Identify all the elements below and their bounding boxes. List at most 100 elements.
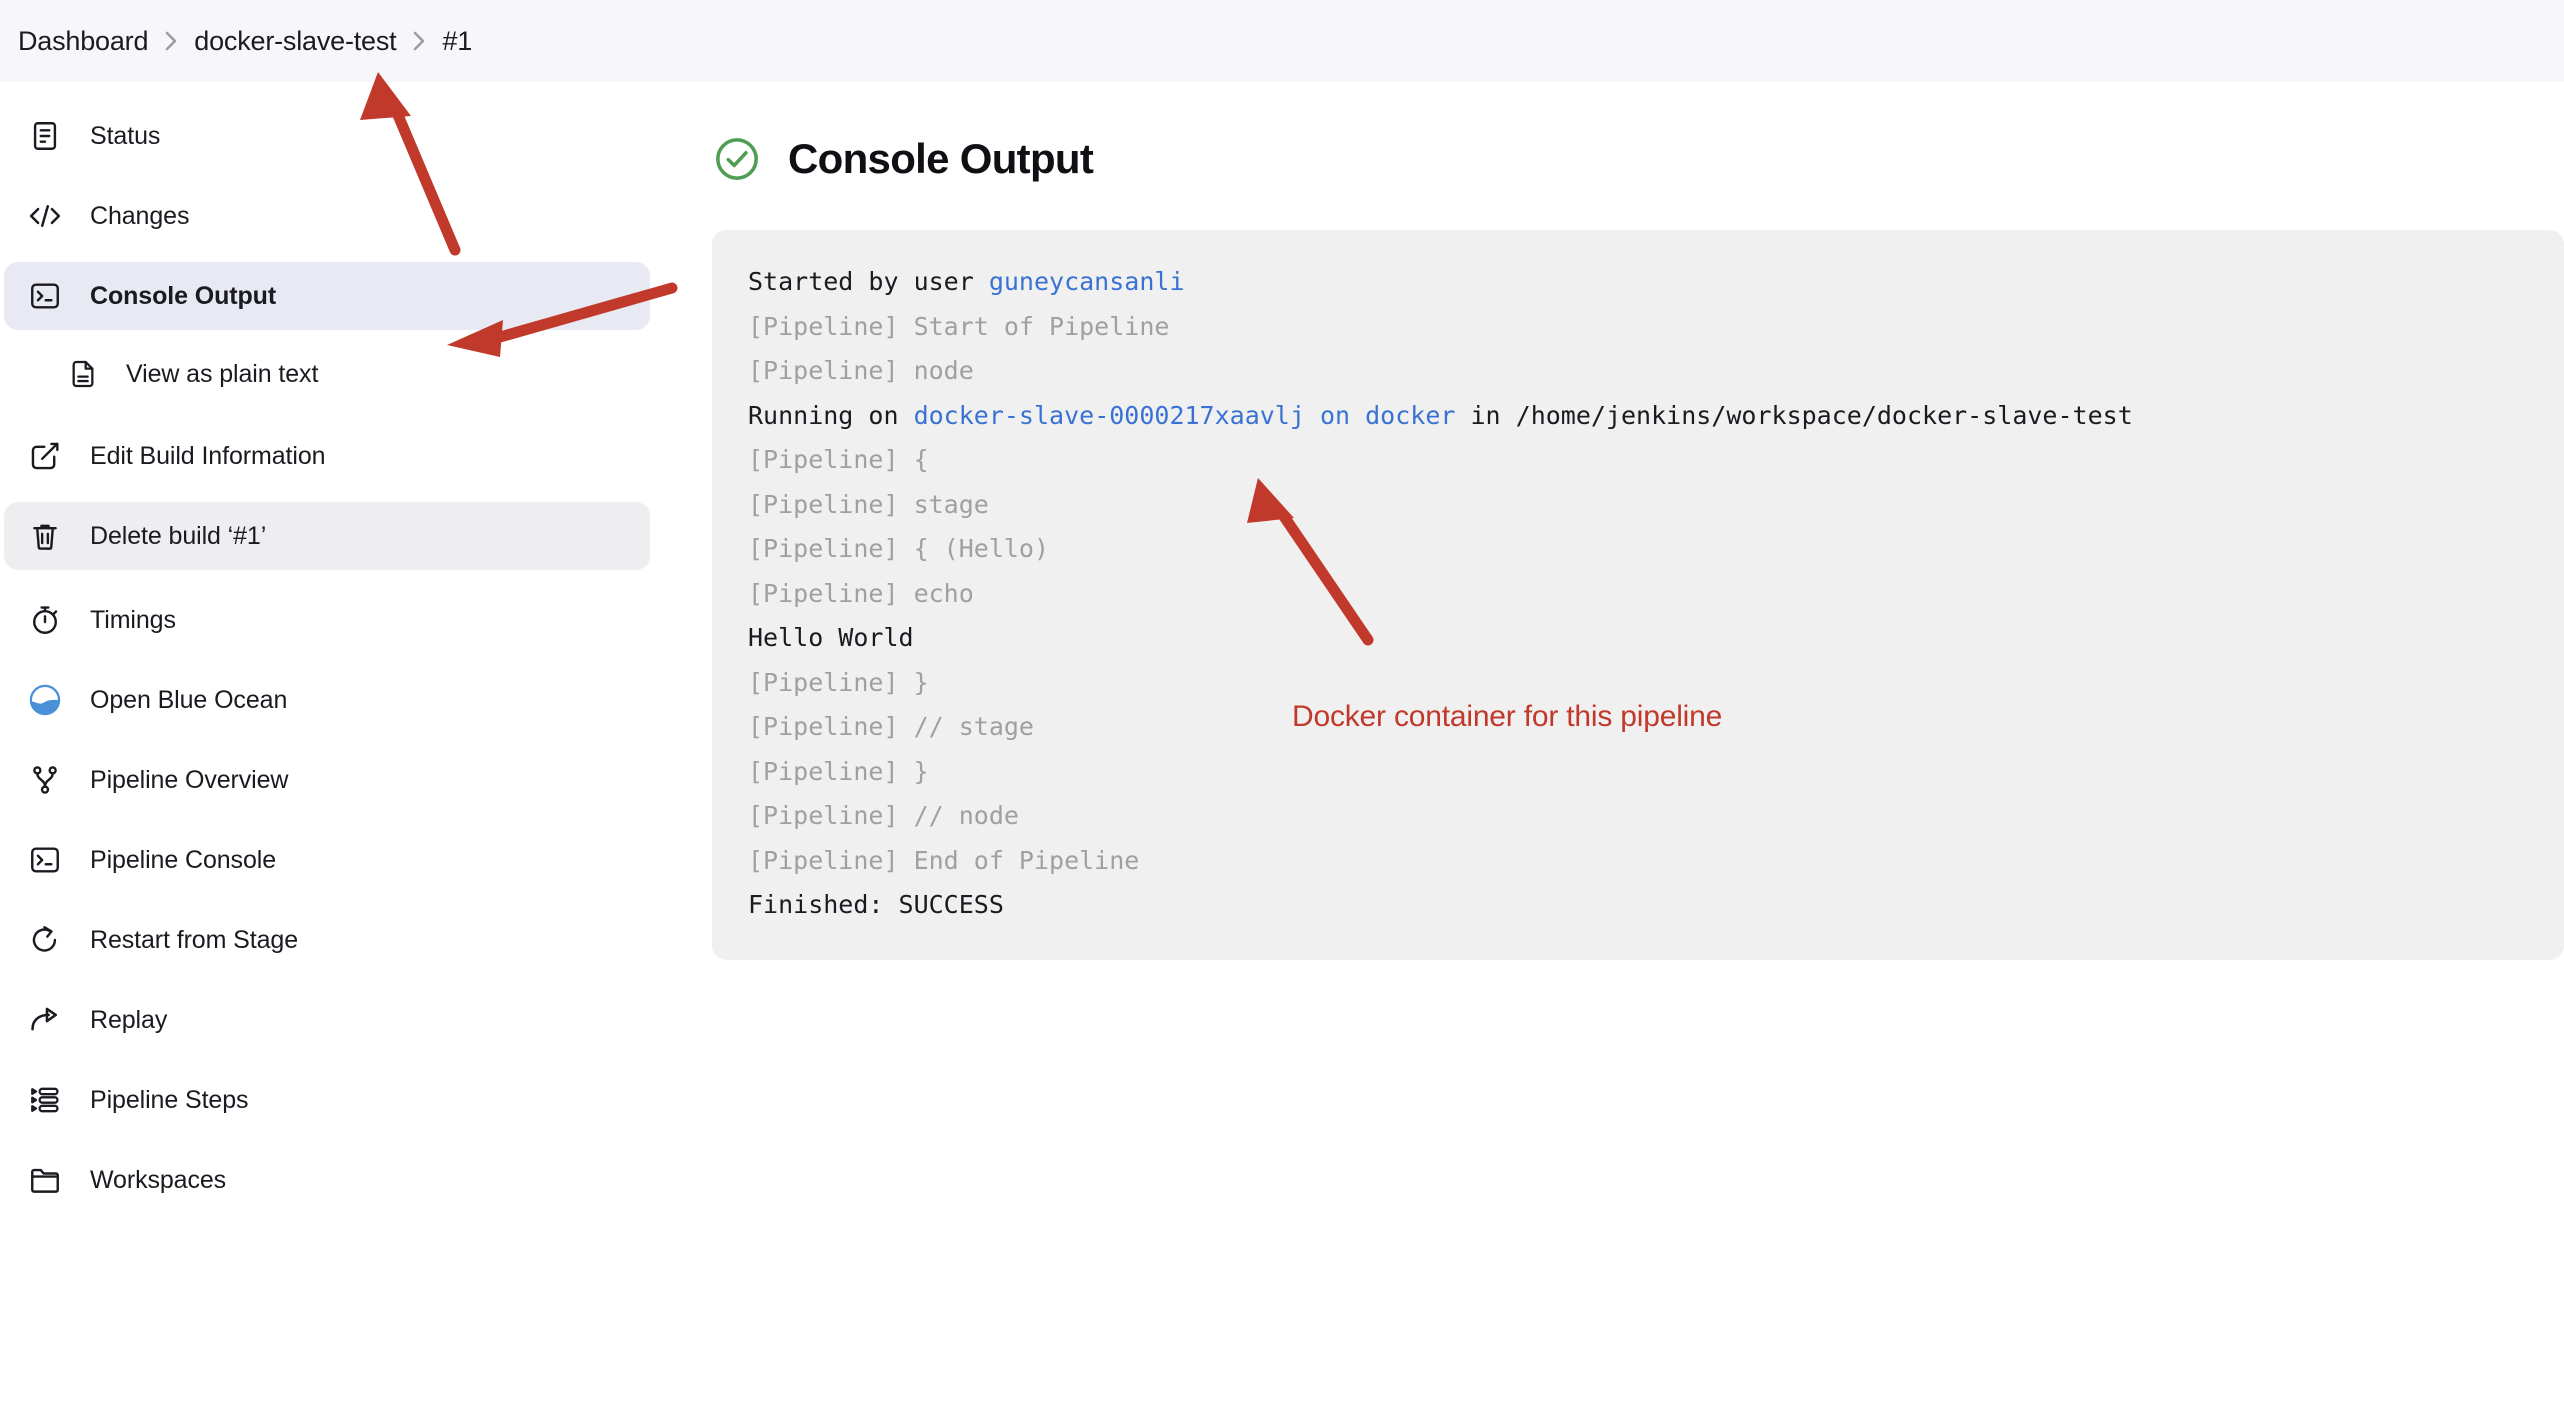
- console-link[interactable]: guneycansanli: [989, 267, 1185, 296]
- sidebar-item-changes[interactable]: Changes: [4, 182, 650, 250]
- stopwatch-icon: [26, 601, 64, 639]
- trash-icon: [26, 517, 64, 555]
- console-text: [Pipeline] }: [748, 667, 929, 697]
- console-text: Started by user: [748, 267, 989, 296]
- plain-text-file-icon: [66, 357, 100, 391]
- console-text: Running on: [748, 400, 914, 430]
- page-title: Console Output: [788, 135, 1094, 182]
- console-log-line: [Pipeline] echo: [748, 572, 2528, 617]
- sidebar-item-label: Status: [90, 121, 161, 150]
- page-header: Console Output: [712, 134, 2564, 184]
- sidebar-item-label: Pipeline Console: [90, 845, 277, 874]
- sidebar-item-edit-build-information[interactable]: Edit Build Information: [4, 422, 650, 490]
- sidebar-item-status[interactable]: Status: [4, 102, 650, 170]
- sidebar-item-label: Restart from Stage: [90, 925, 299, 954]
- sidebar-item-label: Workspaces: [90, 1165, 227, 1194]
- green-check-circle-icon: [712, 134, 762, 184]
- breadcrumb-item-job[interactable]: docker-slave-test: [184, 22, 406, 61]
- console-text: Finished: SUCCESS: [748, 890, 1004, 919]
- restart-arrow-icon: [26, 921, 64, 959]
- jenkins-build-console-page: Dashboard docker-slave-test #1 Status Ch…: [0, 0, 2564, 1420]
- edit-pencil-icon: [26, 437, 64, 475]
- sidebar-item-pipeline-overview[interactable]: Pipeline Overview: [4, 746, 650, 814]
- sidebar-item-label: Open Blue Ocean: [90, 685, 288, 714]
- sidebar-item-label: Pipeline Overview: [90, 765, 289, 794]
- console-log-line: [Pipeline] // stage: [748, 705, 2528, 750]
- console-log-line: [Pipeline] node: [748, 349, 2528, 394]
- console-text: [Pipeline] }: [748, 756, 929, 786]
- console-log-line: [Pipeline] // node: [748, 794, 2528, 839]
- console-log-line: [Pipeline] }: [748, 661, 2528, 706]
- git-branch-icon: [26, 761, 64, 799]
- sidebar-item-delete-build[interactable]: Delete build ‘#1’: [4, 502, 650, 570]
- console-log-line: [Pipeline] { (Hello): [748, 527, 2528, 572]
- document-status-icon: [26, 117, 64, 155]
- steps-list-icon: [26, 1081, 64, 1119]
- sidebar-item-label: Console Output: [90, 281, 277, 310]
- sidebar-item-label: Delete build ‘#1’: [90, 521, 267, 550]
- sidebar-item-label: Replay: [90, 1005, 168, 1034]
- terminal-icon: [26, 277, 64, 315]
- build-sidebar: Status Changes Console Output View as pl…: [0, 82, 660, 1420]
- console-log-line: Hello World: [748, 616, 2528, 661]
- sidebar-item-view-as-plain-text[interactable]: View as plain text: [4, 342, 650, 406]
- console-text: in /home/jenkins/workspace/docker-slave-…: [1455, 400, 2133, 430]
- console-text: [Pipeline] { (Hello): [748, 534, 1050, 563]
- chevron-right-icon-2: [406, 27, 432, 55]
- sidebar-item-workspaces[interactable]: Workspaces: [4, 1146, 650, 1214]
- console-text: [Pipeline] // node: [748, 801, 1019, 830]
- console-text: [Pipeline] End of Pipeline: [748, 845, 1140, 875]
- console-log-line: [Pipeline] Start of Pipeline: [748, 305, 2528, 350]
- console-log-line: [Pipeline] End of Pipeline: [748, 839, 2528, 884]
- console-log-line: Started by user guneycansanli: [748, 260, 2528, 305]
- sidebar-item-replay[interactable]: Replay: [4, 986, 650, 1054]
- sidebar-item-label: Pipeline Steps: [90, 1085, 249, 1114]
- console-log-line: Finished: SUCCESS: [748, 883, 2528, 928]
- sidebar-item-label: Edit Build Information: [90, 441, 326, 470]
- console-text: [Pipeline] {: [748, 445, 929, 474]
- code-brackets-icon: [26, 197, 64, 235]
- console-log-line: Running on docker-slave-0000217xaavlj on…: [748, 394, 2528, 439]
- sidebar-item-pipeline-steps[interactable]: Pipeline Steps: [4, 1066, 650, 1134]
- console-log-output[interactable]: Started by user guneycansanli [Pipeline] …: [712, 230, 2564, 960]
- console-text: [Pipeline] node: [748, 356, 974, 385]
- breadcrumb: Dashboard docker-slave-test #1: [0, 0, 2564, 82]
- console-text: [Pipeline] Start of Pipeline: [748, 311, 1170, 341]
- console-text: [Pipeline] stage: [748, 489, 989, 519]
- sidebar-item-timings[interactable]: Timings: [4, 586, 650, 654]
- breadcrumb-item-build[interactable]: #1: [432, 22, 482, 61]
- sidebar-item-label: View as plain text: [126, 359, 319, 388]
- sidebar-item-open-blue-ocean[interactable]: Open Blue Ocean: [4, 666, 650, 734]
- terminal-icon: [26, 841, 64, 879]
- sidebar-item-label: Timings: [90, 605, 176, 634]
- breadcrumb-item-dashboard[interactable]: Dashboard: [8, 22, 158, 61]
- console-text: [Pipeline] // stage: [748, 712, 1034, 741]
- console-link[interactable]: docker-slave-0000217xaavlj on docker: [914, 401, 1456, 430]
- folder-icon: [26, 1161, 64, 1199]
- sidebar-item-restart-from-stage[interactable]: Restart from Stage: [4, 906, 650, 974]
- console-text: Hello World: [748, 623, 914, 652]
- sidebar-item-pipeline-console[interactable]: Pipeline Console: [4, 826, 650, 894]
- blue-ocean-icon: [26, 681, 64, 719]
- console-log-line: [Pipeline] stage: [748, 483, 2528, 528]
- console-log-line: [Pipeline] {: [748, 438, 2528, 483]
- console-text: [Pipeline] echo: [748, 578, 974, 608]
- main-content: Console Output Started by user guneycans…: [660, 82, 2564, 1420]
- sidebar-item-label: Changes: [90, 201, 190, 230]
- sidebar-item-console-output[interactable]: Console Output: [4, 262, 650, 330]
- replay-share-arrow-icon: [26, 1001, 64, 1039]
- console-log-line: [Pipeline] }: [748, 750, 2528, 795]
